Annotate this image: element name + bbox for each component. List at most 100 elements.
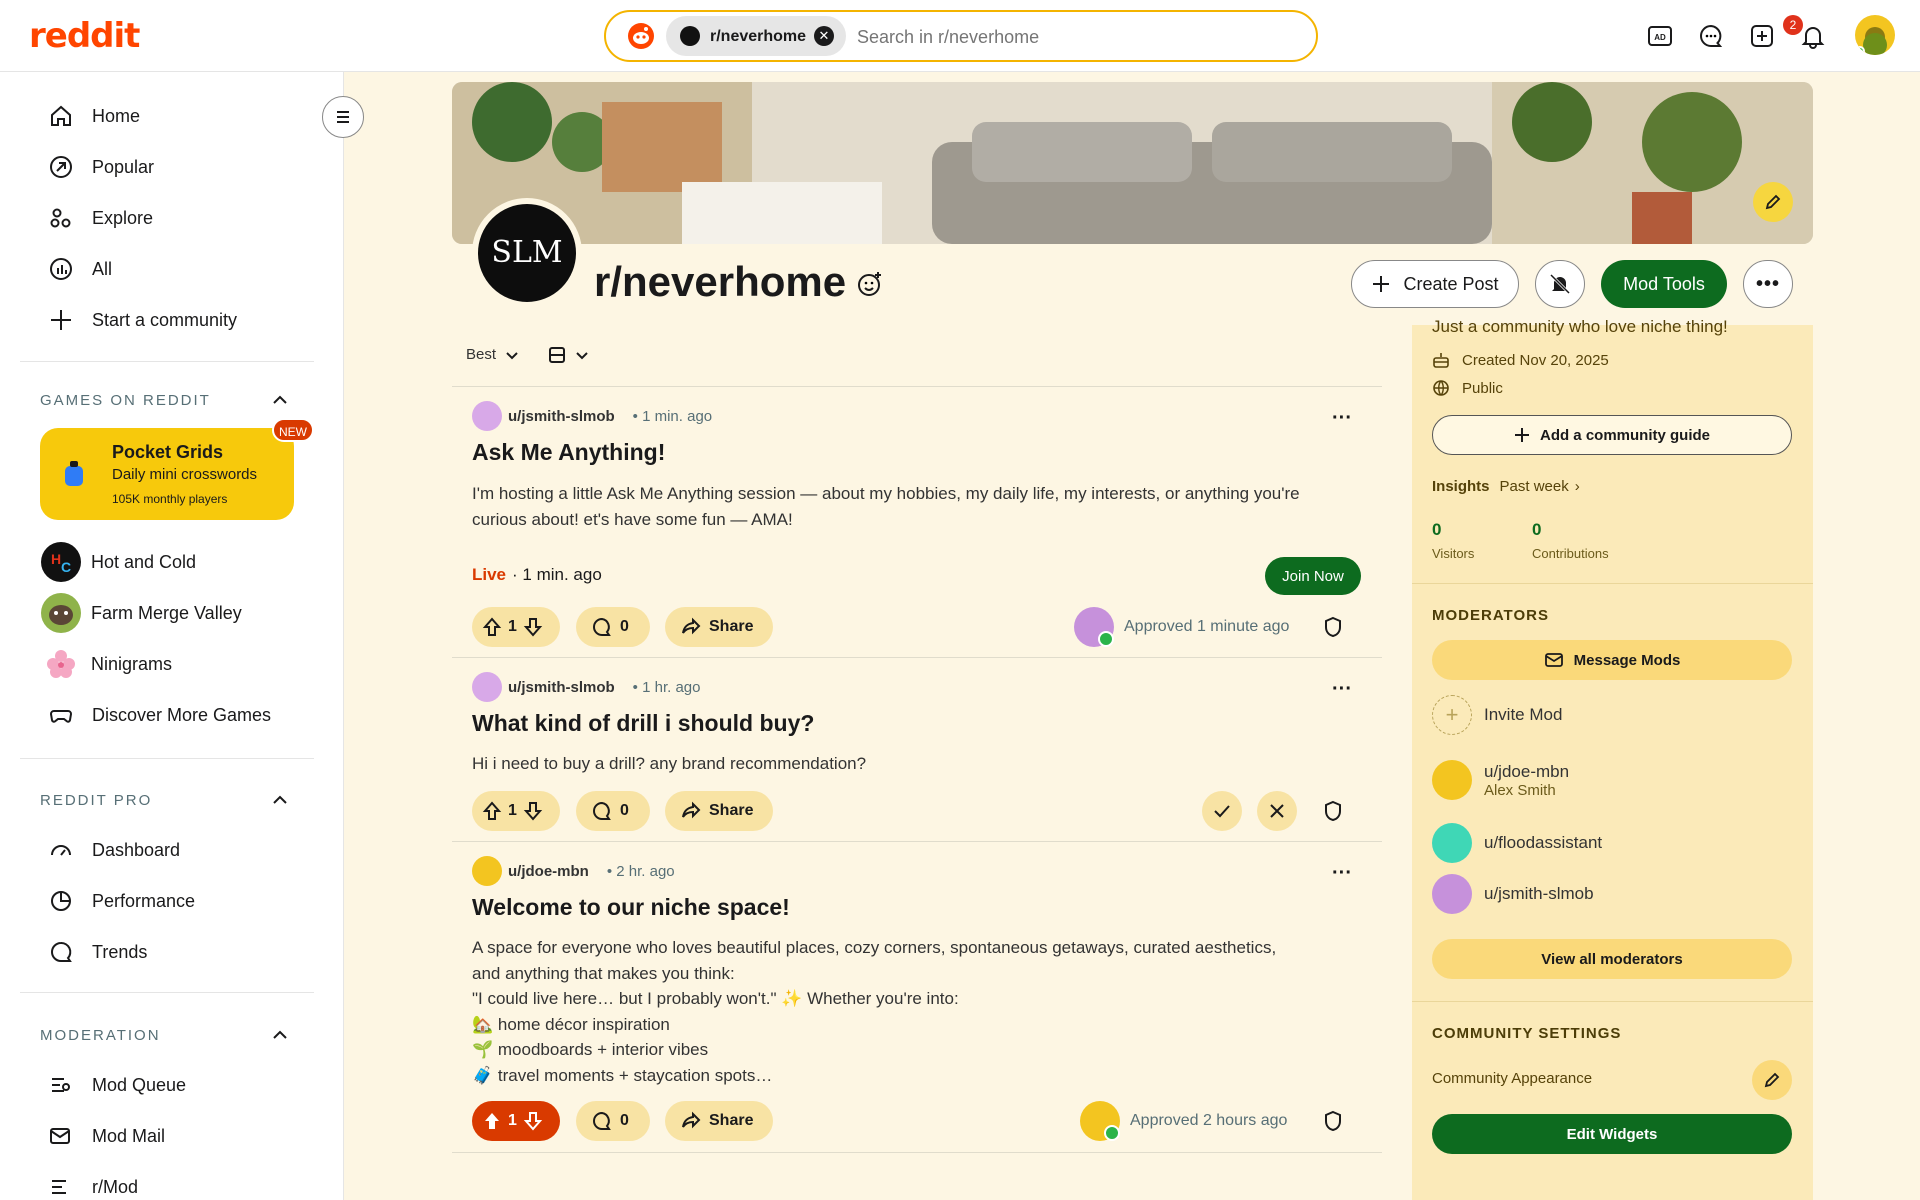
nav-mod-queue[interactable]: Mod Queue [48, 1070, 186, 1100]
view-all-moderators-button[interactable]: View all moderators [1432, 939, 1792, 979]
sort-label: Best [466, 346, 497, 363]
home-icon [48, 103, 74, 129]
vote-control: 1 [472, 607, 560, 647]
author-avatar[interactable] [472, 401, 502, 431]
smiley-add-icon[interactable] [856, 270, 884, 298]
moderator-item[interactable]: u/floodassistant [1432, 823, 1602, 863]
more-options-button[interactable]: ••• [1743, 260, 1793, 308]
create-post-button[interactable]: Create Post [1351, 260, 1519, 308]
add-community-guide-button[interactable]: Add a community guide [1432, 415, 1792, 455]
game-hot-and-cold[interactable]: HC Hot and Cold [41, 542, 196, 582]
edit-banner-button[interactable] [1753, 182, 1793, 222]
view-layout-dropdown[interactable] [548, 346, 590, 364]
chat-icon[interactable] [1698, 23, 1724, 49]
downvote-icon[interactable] [523, 617, 543, 637]
advertise-icon[interactable]: AD [1647, 23, 1673, 49]
upvote-filled-icon[interactable] [482, 1111, 502, 1131]
clear-scope-icon[interactable]: ✕ [814, 26, 834, 46]
pencil-icon [1765, 194, 1781, 210]
nav-trends[interactable]: Trends [48, 937, 147, 967]
author-avatar[interactable] [472, 856, 502, 886]
nav-label: Home [92, 105, 141, 126]
search-input[interactable] [857, 27, 1257, 48]
shield-icon[interactable] [1322, 616, 1344, 638]
post-menu-icon[interactable]: ··· [1332, 678, 1352, 701]
comments-button[interactable]: 0 [576, 791, 650, 831]
nav-start-community[interactable]: Start a community [48, 305, 237, 335]
nav-dashboard[interactable]: Dashboard [48, 835, 180, 865]
post-title[interactable]: What kind of drill i should buy? [472, 710, 814, 737]
moderator-item[interactable]: u/jdoe-mbn Alex Smith [1432, 760, 1569, 800]
post-title[interactable]: Welcome to our niche space! [472, 894, 790, 921]
featured-game-card[interactable]: Pocket Grids Daily mini crosswords 105K … [40, 428, 294, 520]
edit-widgets-button[interactable]: Edit Widgets [1432, 1114, 1792, 1154]
approver-avatar[interactable] [1074, 607, 1114, 647]
chevron-up-icon[interactable] [270, 390, 290, 410]
comments-button[interactable]: 0 [576, 1101, 650, 1141]
post-card[interactable]: u/jsmith-slmob • 1 hr. ago ··· What kind… [452, 657, 1382, 841]
online-status-dot [1855, 46, 1865, 55]
post-meta: u/jdoe-mbn • 2 hr. ago [472, 856, 675, 886]
edit-appearance-button[interactable] [1752, 1060, 1792, 1100]
contributions-stat: 0 Contributions [1532, 520, 1609, 561]
approve-button[interactable] [1202, 791, 1242, 831]
invite-mod-button[interactable]: + Invite Mod [1432, 695, 1562, 735]
user-avatar[interactable] [1855, 15, 1895, 55]
reddit-logo[interactable]: reddit [29, 16, 140, 56]
post-time: • 2 hr. ago [606, 862, 675, 880]
sort-dropdown[interactable]: Best [466, 346, 520, 363]
nav-explore[interactable]: Explore [48, 203, 153, 233]
post-author[interactable]: u/jdoe-mbn [508, 863, 589, 880]
search-scope-chip[interactable]: r/neverhome ✕ [666, 16, 846, 56]
moderation-section-header[interactable]: MODERATION [40, 1027, 161, 1044]
join-now-button[interactable]: Join Now [1265, 557, 1361, 595]
author-avatar[interactable] [472, 672, 502, 702]
insights-row[interactable]: Insights Past week › [1432, 478, 1580, 495]
shield-icon[interactable] [1322, 1110, 1344, 1132]
post-body-line: 🏡 home décor inspiration [472, 1014, 670, 1034]
nav-home[interactable]: Home [48, 101, 140, 131]
post-menu-icon[interactable]: ··· [1332, 407, 1352, 430]
community-avatar[interactable]: SLM [472, 198, 582, 308]
nav-performance[interactable]: Performance [48, 886, 195, 916]
explore-icon [48, 205, 74, 231]
search-bar[interactable]: r/neverhome ✕ [604, 10, 1318, 62]
pro-section-header[interactable]: REDDIT PRO [40, 792, 152, 809]
collapse-sidebar-button[interactable] [322, 96, 364, 138]
left-sidebar: Home Popular Explore All Start a communi… [0, 72, 344, 1200]
post-card[interactable]: u/jsmith-slmob • 1 min. ago ··· Ask Me A… [452, 386, 1382, 658]
downvote-icon[interactable] [523, 801, 543, 821]
post-menu-icon[interactable]: ··· [1332, 862, 1352, 885]
share-button[interactable]: Share [665, 791, 773, 831]
post-author[interactable]: u/jsmith-slmob [508, 408, 615, 425]
nav-all[interactable]: All [48, 254, 112, 284]
message-mods-button[interactable]: Message Mods [1432, 640, 1792, 680]
nav-label: r/Mod [92, 1176, 139, 1197]
games-section-header[interactable]: GAMES ON REDDIT [40, 392, 211, 409]
nav-popular[interactable]: Popular [48, 152, 154, 182]
post-card[interactable]: u/jdoe-mbn • 2 hr. ago ··· Welcome to ou… [452, 841, 1382, 1153]
share-button[interactable]: Share [665, 607, 773, 647]
shield-icon[interactable] [1322, 800, 1344, 822]
downvote-icon[interactable] [523, 1111, 543, 1131]
nav-mod-mail[interactable]: Mod Mail [48, 1121, 165, 1151]
post-title[interactable]: Ask Me Anything! [472, 439, 665, 466]
upvote-icon[interactable] [482, 617, 502, 637]
post-author[interactable]: u/jsmith-slmob [508, 679, 615, 696]
game-ninigrams[interactable]: Ninigrams [41, 644, 172, 684]
share-button[interactable]: Share [665, 1101, 773, 1141]
chevron-up-icon[interactable] [270, 790, 290, 810]
nav-discover-games[interactable]: Discover More Games [48, 700, 271, 730]
notifications-toggle-button[interactable] [1535, 260, 1585, 308]
nav-r-mod[interactable]: r/Mod [48, 1172, 138, 1200]
create-post-icon[interactable] [1749, 23, 1775, 49]
upvote-icon[interactable] [482, 801, 502, 821]
comments-button[interactable]: 0 [576, 607, 650, 647]
mod-tools-button[interactable]: Mod Tools [1601, 260, 1727, 308]
remove-button[interactable] [1257, 791, 1297, 831]
approver-avatar[interactable] [1080, 1101, 1120, 1141]
moderator-item[interactable]: u/jsmith-slmob [1432, 874, 1594, 914]
notification-bell-icon[interactable] [1800, 23, 1826, 49]
chevron-up-icon[interactable] [270, 1025, 290, 1045]
game-farm-merge-valley[interactable]: Farm Merge Valley [41, 593, 242, 633]
